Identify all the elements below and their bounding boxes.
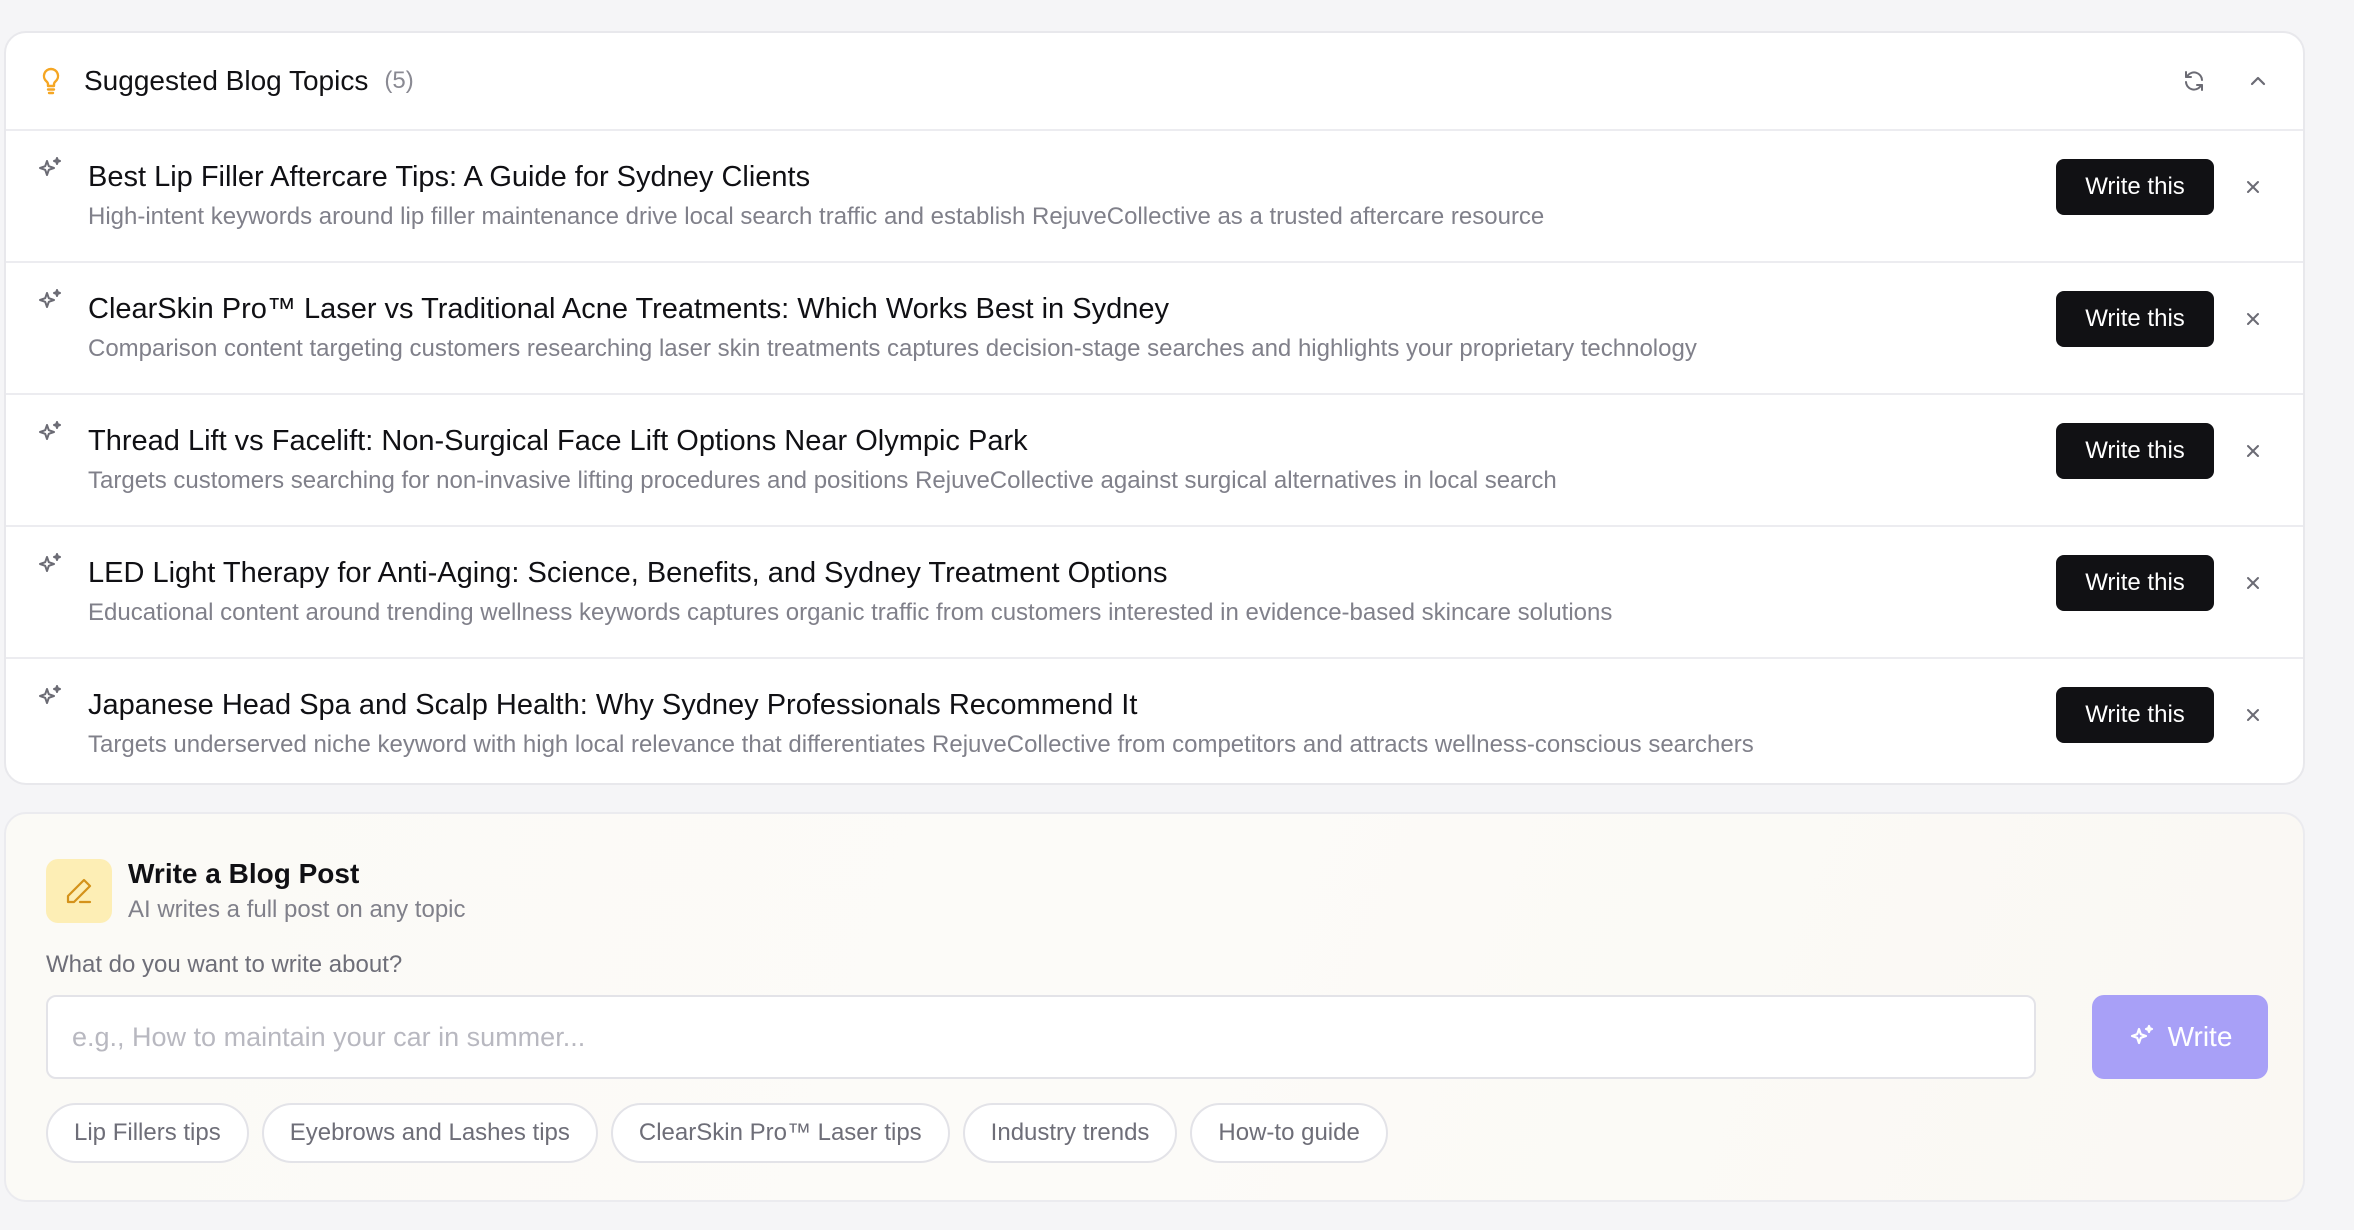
topic-row: Japanese Head Spa and Scalp Health: Why … (6, 659, 2303, 783)
topic-row: ClearSkin Pro™ Laser vs Traditional Acne… (6, 263, 2303, 395)
topic-title: Best Lip Filler Aftercare Tips: A Guide … (88, 161, 811, 193)
pencil-icon (46, 859, 112, 923)
sparkles-icon (36, 551, 66, 581)
chip-clearskin-laser-tips[interactable]: ClearSkin Pro™ Laser tips (610, 1103, 950, 1163)
topic-text: LED Light Therapy for Anti-Aging: Scienc… (88, 555, 2003, 629)
close-icon[interactable] (2238, 568, 2268, 598)
write-blog-post-card: Write a Blog Post AI writes a full post … (4, 812, 2305, 1202)
topic-description: Targets customers searching for non-inva… (88, 467, 1557, 494)
topic-description: Educational content around trending well… (88, 599, 1613, 626)
close-icon[interactable] (2238, 700, 2268, 730)
topic-row: Best Lip Filler Aftercare Tips: A Guide … (6, 131, 2303, 263)
topic-prompt-label: What do you want to write about? (46, 951, 403, 978)
topic-input[interactable] (46, 995, 2036, 1079)
sparkles-icon (36, 287, 66, 317)
topic-row: Thread Lift vs Facelift: Non-Surgical Fa… (6, 395, 2303, 527)
sparkles-icon (36, 155, 66, 185)
sparkles-icon (36, 683, 66, 713)
chip-lip-fillers-tips[interactable]: Lip Fillers tips (46, 1103, 249, 1163)
topic-row: LED Light Therapy for Anti-Aging: Scienc… (6, 527, 2303, 659)
topic-title: Thread Lift vs Facelift: Non-Surgical Fa… (88, 425, 1028, 457)
write-button-label: Write (2167, 1021, 2233, 1052)
topic-text: Japanese Head Spa and Scalp Health: Why … (88, 687, 2003, 761)
close-icon[interactable] (2238, 172, 2268, 202)
topic-chips: Lip Fillers tips Eyebrows and Lashes tip… (46, 1103, 1388, 1163)
chevron-up-icon[interactable] (2243, 66, 2273, 96)
topic-text: ClearSkin Pro™ Laser vs Traditional Acne… (88, 291, 2003, 365)
compose-subtitle: AI writes a full post on any topic (128, 896, 466, 923)
refresh-icon[interactable] (2179, 66, 2209, 96)
topic-description: High-intent keywords around lip filler m… (88, 203, 1545, 230)
close-icon[interactable] (2238, 304, 2268, 334)
write-button[interactable]: Write (2092, 995, 2268, 1079)
chip-eyebrows-lashes-tips[interactable]: Eyebrows and Lashes tips (261, 1103, 598, 1163)
write-this-button[interactable]: Write this (2056, 159, 2214, 215)
chip-how-to-guide[interactable]: How-to guide (1190, 1103, 1388, 1163)
chip-industry-trends[interactable]: Industry trends (962, 1103, 1178, 1163)
header-actions (2179, 66, 2273, 96)
topic-description: Comparison content targeting customers r… (88, 335, 1697, 362)
topic-text: Thread Lift vs Facelift: Non-Surgical Fa… (88, 423, 2003, 497)
topic-title: Japanese Head Spa and Scalp Health: Why … (88, 689, 1138, 721)
write-this-button[interactable]: Write this (2056, 555, 2214, 611)
compose-title: Write a Blog Post (128, 858, 360, 889)
write-this-button[interactable]: Write this (2056, 423, 2214, 479)
lightbulb-icon (40, 66, 66, 96)
topic-title: LED Light Therapy for Anti-Aging: Scienc… (88, 557, 1168, 589)
topic-text: Best Lip Filler Aftercare Tips: A Guide … (88, 159, 2003, 233)
sparkles-icon (2128, 1023, 2156, 1051)
topic-title: ClearSkin Pro™ Laser vs Traditional Acne… (88, 293, 1169, 325)
suggested-topics-card: Suggested Blog Topics (5) Best Lip Fille… (4, 31, 2305, 785)
suggested-topics-header: Suggested Blog Topics (5) (6, 33, 2303, 131)
suggested-topics-count: (5) (384, 67, 414, 94)
sparkles-icon (36, 419, 66, 449)
write-this-button[interactable]: Write this (2056, 291, 2214, 347)
write-this-button[interactable]: Write this (2056, 687, 2214, 743)
close-icon[interactable] (2238, 436, 2268, 466)
suggested-topics-title: Suggested Blog Topics (84, 65, 369, 96)
topic-description: Targets underserved niche keyword with h… (88, 731, 1754, 758)
